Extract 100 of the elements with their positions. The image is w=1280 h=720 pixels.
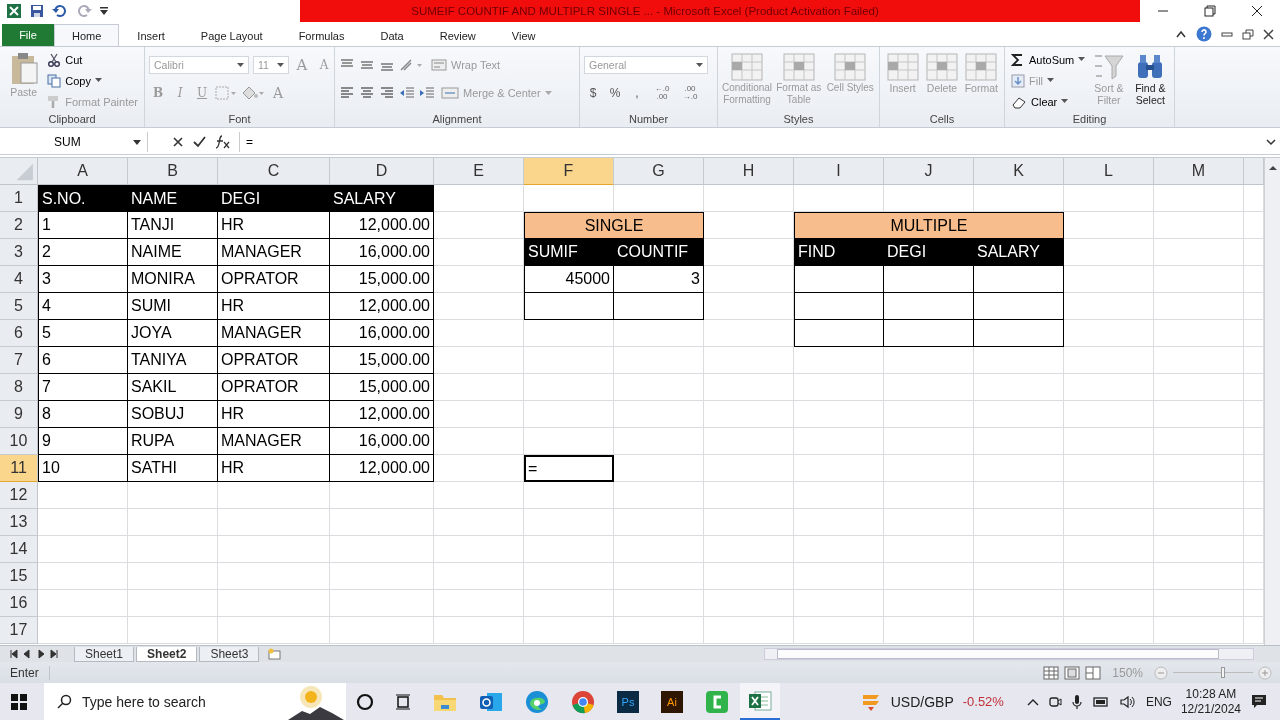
sheet-tab[interactable]: Sheet2 bbox=[136, 646, 198, 662]
decrease-decimal-button[interactable]: .00 →.0 bbox=[678, 85, 702, 101]
empty-cell[interactable] bbox=[434, 509, 524, 536]
empty-cell[interactable] bbox=[524, 590, 614, 617]
empty-cell[interactable] bbox=[330, 590, 434, 617]
notifications-icon[interactable] bbox=[1250, 692, 1268, 711]
fill-color-icon[interactable] bbox=[241, 86, 265, 100]
empty-cell[interactable] bbox=[434, 590, 524, 617]
close-icon[interactable] bbox=[1263, 28, 1274, 40]
restore-icon[interactable] bbox=[1242, 28, 1254, 40]
currency-button[interactable]: $ bbox=[584, 84, 602, 102]
redo-icon[interactable] bbox=[76, 4, 92, 18]
empty-cell[interactable] bbox=[884, 482, 974, 509]
row-header[interactable]: 13 bbox=[0, 509, 38, 536]
taskbar-search-box[interactable]: Type here to search bbox=[44, 683, 346, 720]
photoshop-app-icon[interactable]: Ps bbox=[617, 690, 639, 713]
find-select-button[interactable]: Find & Select bbox=[1130, 50, 1170, 106]
empty-cell[interactable] bbox=[614, 428, 704, 455]
clock-date[interactable]: 12/21/2024 bbox=[1180, 701, 1241, 717]
empty-cell[interactable] bbox=[884, 617, 974, 644]
close-icon[interactable] bbox=[1250, 5, 1263, 17]
empty-cell[interactable] bbox=[1154, 374, 1244, 401]
active-cell[interactable]: = bbox=[524, 455, 614, 482]
windows-start-icon[interactable] bbox=[10, 692, 28, 711]
empty-cell[interactable] bbox=[218, 509, 330, 536]
empty-cell[interactable] bbox=[974, 509, 1064, 536]
empty-cell[interactable] bbox=[1154, 293, 1244, 320]
ribbon-tab[interactable]: Data bbox=[362, 24, 422, 46]
percent-button[interactable]: % bbox=[606, 84, 624, 102]
row-header[interactable]: 4 bbox=[0, 266, 38, 293]
row-header[interactable]: 15 bbox=[0, 563, 38, 590]
empty-cell[interactable] bbox=[1064, 455, 1154, 482]
row-header[interactable]: 9 bbox=[0, 401, 38, 428]
ribbon-tab[interactable]: Insert bbox=[119, 24, 183, 46]
empty-cell[interactable] bbox=[974, 455, 1064, 482]
empty-cell[interactable] bbox=[1154, 347, 1244, 374]
empty-cell[interactable] bbox=[1064, 590, 1154, 617]
increase-decimal-button[interactable]: ←.0 .00 bbox=[650, 85, 674, 101]
empty-cell[interactable] bbox=[704, 482, 794, 509]
zoom-slider-thumb[interactable] bbox=[1220, 667, 1225, 678]
empty-cell[interactable] bbox=[434, 617, 524, 644]
empty-cell[interactable] bbox=[794, 563, 884, 590]
column-header[interactable]: F bbox=[524, 158, 614, 185]
column-header[interactable]: B bbox=[128, 158, 218, 185]
ribbon-tab[interactable]: Review bbox=[421, 24, 494, 46]
empty-cell[interactable] bbox=[524, 374, 614, 401]
empty-cell[interactable] bbox=[1064, 617, 1154, 644]
empty-cell[interactable] bbox=[704, 617, 794, 644]
empty-cell[interactable] bbox=[218, 536, 330, 563]
horizontal-scrollbar[interactable] bbox=[764, 648, 1254, 660]
vertical-align-icon[interactable] bbox=[359, 58, 375, 72]
empty-cell[interactable] bbox=[614, 374, 704, 401]
copy-button[interactable]: Copy bbox=[45, 71, 140, 90]
row-header[interactable]: 6 bbox=[0, 320, 38, 347]
empty-cell[interactable] bbox=[1154, 401, 1244, 428]
task-view-icon[interactable] bbox=[394, 692, 412, 711]
empty-cell[interactable] bbox=[1064, 185, 1154, 212]
orientation-icon[interactable] bbox=[399, 58, 425, 72]
empty-cell[interactable] bbox=[524, 401, 614, 428]
input-language[interactable]: ENG bbox=[1145, 694, 1172, 709]
indent-icon[interactable] bbox=[419, 86, 435, 100]
empty-cell[interactable] bbox=[794, 428, 884, 455]
empty-cell[interactable] bbox=[614, 563, 704, 590]
empty-cell[interactable] bbox=[1064, 509, 1154, 536]
empty-cell[interactable] bbox=[704, 536, 794, 563]
file-tab[interactable]: File bbox=[2, 24, 54, 46]
sheet-tab[interactable]: Sheet1 bbox=[74, 646, 135, 662]
empty-cell[interactable] bbox=[1064, 563, 1154, 590]
empty-cell[interactable] bbox=[128, 563, 218, 590]
empty-cell[interactable] bbox=[1154, 509, 1244, 536]
empty-cell[interactable] bbox=[434, 563, 524, 590]
ribbon-tab[interactable]: Page Layout bbox=[182, 24, 281, 46]
column-header[interactable]: L bbox=[1064, 158, 1154, 185]
column-header[interactable]: G bbox=[614, 158, 704, 185]
empty-cell[interactable] bbox=[614, 590, 704, 617]
empty-cell[interactable] bbox=[614, 482, 704, 509]
mail-app-icon[interactable] bbox=[479, 690, 503, 713]
empty-cell[interactable] bbox=[884, 563, 974, 590]
empty-cell[interactable] bbox=[1154, 563, 1244, 590]
vertical-scrollbar[interactable] bbox=[1264, 158, 1280, 645]
restore-icon[interactable] bbox=[1204, 5, 1216, 17]
empty-cell[interactable] bbox=[1154, 536, 1244, 563]
column-header[interactable]: M bbox=[1154, 158, 1244, 185]
empty-cell[interactable] bbox=[434, 536, 524, 563]
empty-cell[interactable] bbox=[704, 185, 794, 212]
empty-cell[interactable] bbox=[1154, 239, 1244, 266]
empty-cell[interactable] bbox=[1154, 482, 1244, 509]
empty-cell[interactable] bbox=[128, 536, 218, 563]
comma-button[interactable]: , bbox=[628, 84, 646, 102]
empty-cell[interactable] bbox=[794, 455, 884, 482]
column-header[interactable]: K bbox=[974, 158, 1064, 185]
illustrator-app-icon[interactable]: Ai bbox=[661, 690, 683, 713]
cut-button[interactable]: Cut bbox=[45, 50, 140, 69]
empty-cell[interactable] bbox=[524, 536, 614, 563]
empty-cell[interactable] bbox=[330, 536, 434, 563]
empty-cell[interactable] bbox=[794, 509, 884, 536]
row-header[interactable]: 11 bbox=[0, 455, 38, 482]
empty-cell[interactable] bbox=[794, 401, 884, 428]
empty-cell[interactable] bbox=[1154, 212, 1244, 239]
empty-cell[interactable] bbox=[1154, 455, 1244, 482]
